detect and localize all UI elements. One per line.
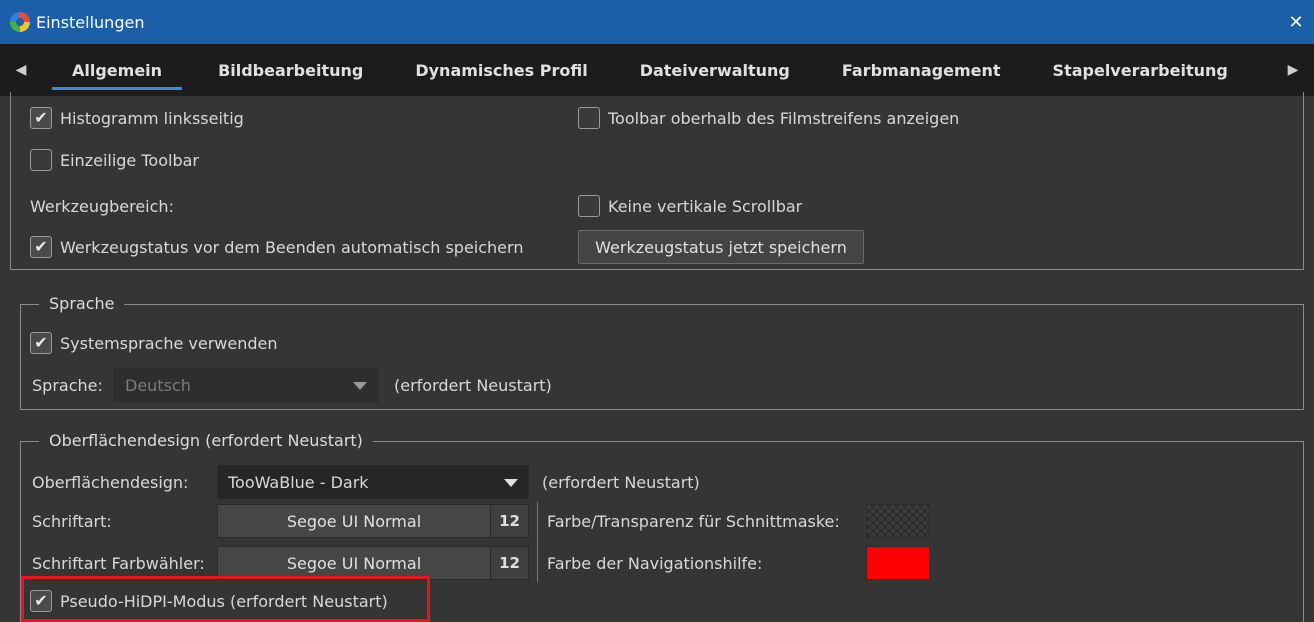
theme-restart-note-row: (erfordert Neustart) xyxy=(542,467,700,497)
toolbar-above-filmstrip-label: Toolbar oberhalb des Filmstreifens anzei… xyxy=(608,108,960,128)
single-row-toolbar-label: Einzeilige Toolbar xyxy=(60,150,199,170)
tab-allgemein[interactable]: Allgemein xyxy=(42,44,192,96)
column-divider xyxy=(537,502,538,582)
checkbox-checked-icon[interactable]: ✔ xyxy=(30,332,52,354)
pseudo-hidpi-option[interactable]: ✔ Pseudo-HiDPI-Modus (erfordert Neustart… xyxy=(30,586,388,616)
pseudo-hidpi-label: Pseudo-HiDPI-Modus (erfordert Neustart) xyxy=(60,591,388,611)
font-size: 12 xyxy=(490,505,528,537)
chevron-down-icon xyxy=(504,479,518,487)
title-bar: Einstellungen ✕ xyxy=(0,0,1314,44)
use-system-language-label: Systemsprache verwenden xyxy=(60,333,278,353)
cropmask-color-row: Farbe/Transparenz für Schnittmaske: xyxy=(547,506,840,536)
cropmask-color-swatch[interactable] xyxy=(866,504,930,538)
font-button[interactable]: Segoe UI Normal 12 xyxy=(217,504,529,538)
single-row-toolbar-option[interactable]: Einzeilige Toolbar xyxy=(30,145,199,175)
checkbox-unchecked-icon[interactable] xyxy=(30,149,52,171)
theme-restart-note: (erfordert Neustart) xyxy=(542,472,700,492)
toolbar-above-filmstrip-option[interactable]: Toolbar oberhalb des Filmstreifens anzei… xyxy=(578,103,959,133)
language-select[interactable]: Deutsch xyxy=(114,368,378,402)
save-tool-state-now-button[interactable]: Werkzeugstatus jetzt speichern xyxy=(578,230,864,264)
use-system-language-option[interactable]: ✔ Systemsprache verwenden xyxy=(30,328,278,358)
tab-list: Allgemein Bildbearbeitung Dynamisches Pr… xyxy=(42,44,1272,96)
checkbox-checked-icon[interactable]: ✔ xyxy=(30,236,52,258)
chevron-down-icon xyxy=(353,382,367,390)
font-name: Segoe UI Normal xyxy=(286,511,422,531)
language-restart-note: (erfordert Neustart) xyxy=(394,375,552,395)
autosave-tool-state-option[interactable]: ✔ Werkzeugstatus vor dem Beenden automat… xyxy=(30,232,523,262)
checkbox-unchecked-icon[interactable] xyxy=(578,195,600,217)
tab-bar: ◀ Allgemein Bildbearbeitung Dynamisches … xyxy=(0,44,1314,96)
tab-scroll-right-icon[interactable]: ▶ xyxy=(1272,62,1314,78)
tab-dateiverwaltung[interactable]: Dateiverwaltung xyxy=(614,44,816,96)
checkbox-checked-icon[interactable]: ✔ xyxy=(30,107,52,129)
theme-legend: Oberflächendesign (erfordert Neustart) xyxy=(39,430,373,452)
language-legend: Sprache xyxy=(39,293,125,315)
tab-stapelverarbeitung[interactable]: Stapelverarbeitung xyxy=(1027,44,1254,96)
theme-select[interactable]: TooWaBlue - Dark xyxy=(217,465,529,499)
language-select-value: Deutsch xyxy=(125,375,191,395)
font-label: Schriftart: xyxy=(32,511,112,531)
cropmask-color-label: Farbe/Transparenz für Schnittmaske: xyxy=(547,511,840,531)
colorpicker-font-size: 12 xyxy=(490,547,528,579)
nav-color-row: Farbe der Navigationshilfe: xyxy=(547,548,762,578)
close-icon[interactable]: ✕ xyxy=(1278,12,1314,33)
tab-bildbearbeitung[interactable]: Bildbearbeitung xyxy=(192,44,389,96)
colorpicker-font-button[interactable]: Segoe UI Normal 12 xyxy=(217,546,529,580)
nav-color-swatch[interactable] xyxy=(866,546,930,580)
colorpicker-font-name: Segoe UI Normal xyxy=(286,553,422,573)
colorpicker-font-label-row: Schriftart Farbwähler: xyxy=(32,548,205,578)
no-vertical-scrollbar-option[interactable]: Keine vertikale Scrollbar xyxy=(578,191,802,221)
theme-select-value: TooWaBlue - Dark xyxy=(228,472,369,492)
checkbox-unchecked-icon[interactable] xyxy=(578,107,600,129)
theme-label-row: Oberflächendesign: xyxy=(32,467,188,497)
theme-label: Oberflächendesign: xyxy=(32,472,189,492)
checkbox-checked-icon[interactable]: ✔ xyxy=(30,590,52,612)
autosave-tool-state-label: Werkzeugstatus vor dem Beenden automatis… xyxy=(60,237,524,257)
window-title: Einstellungen xyxy=(36,12,145,32)
tab-dynamisches-profil[interactable]: Dynamisches Profil xyxy=(389,44,613,96)
no-vertical-scrollbar-label: Keine vertikale Scrollbar xyxy=(608,196,803,216)
tab-farbmanagement[interactable]: Farbmanagement xyxy=(816,44,1027,96)
settings-content: ✔ Histogramm linksseitig Toolbar oberhal… xyxy=(0,92,1314,622)
app-logo-icon xyxy=(10,12,30,32)
histogram-left-label: Histogramm linksseitig xyxy=(60,108,244,128)
tab-scroll-left-icon[interactable]: ◀ xyxy=(0,62,42,78)
language-restart-note-row: (erfordert Neustart) xyxy=(394,370,552,400)
tool-area-label: Werkzeugbereich: xyxy=(30,196,174,216)
language-label: Sprache: xyxy=(32,375,103,395)
histogram-left-option[interactable]: ✔ Histogramm linksseitig xyxy=(30,103,244,133)
language-label-row: Sprache: xyxy=(32,370,103,400)
nav-color-label: Farbe der Navigationshilfe: xyxy=(547,553,763,573)
tool-area-row: Werkzeugbereich: xyxy=(30,191,174,221)
font-label-row: Schriftart: xyxy=(32,506,112,536)
colorpicker-font-label: Schriftart Farbwähler: xyxy=(32,553,205,573)
